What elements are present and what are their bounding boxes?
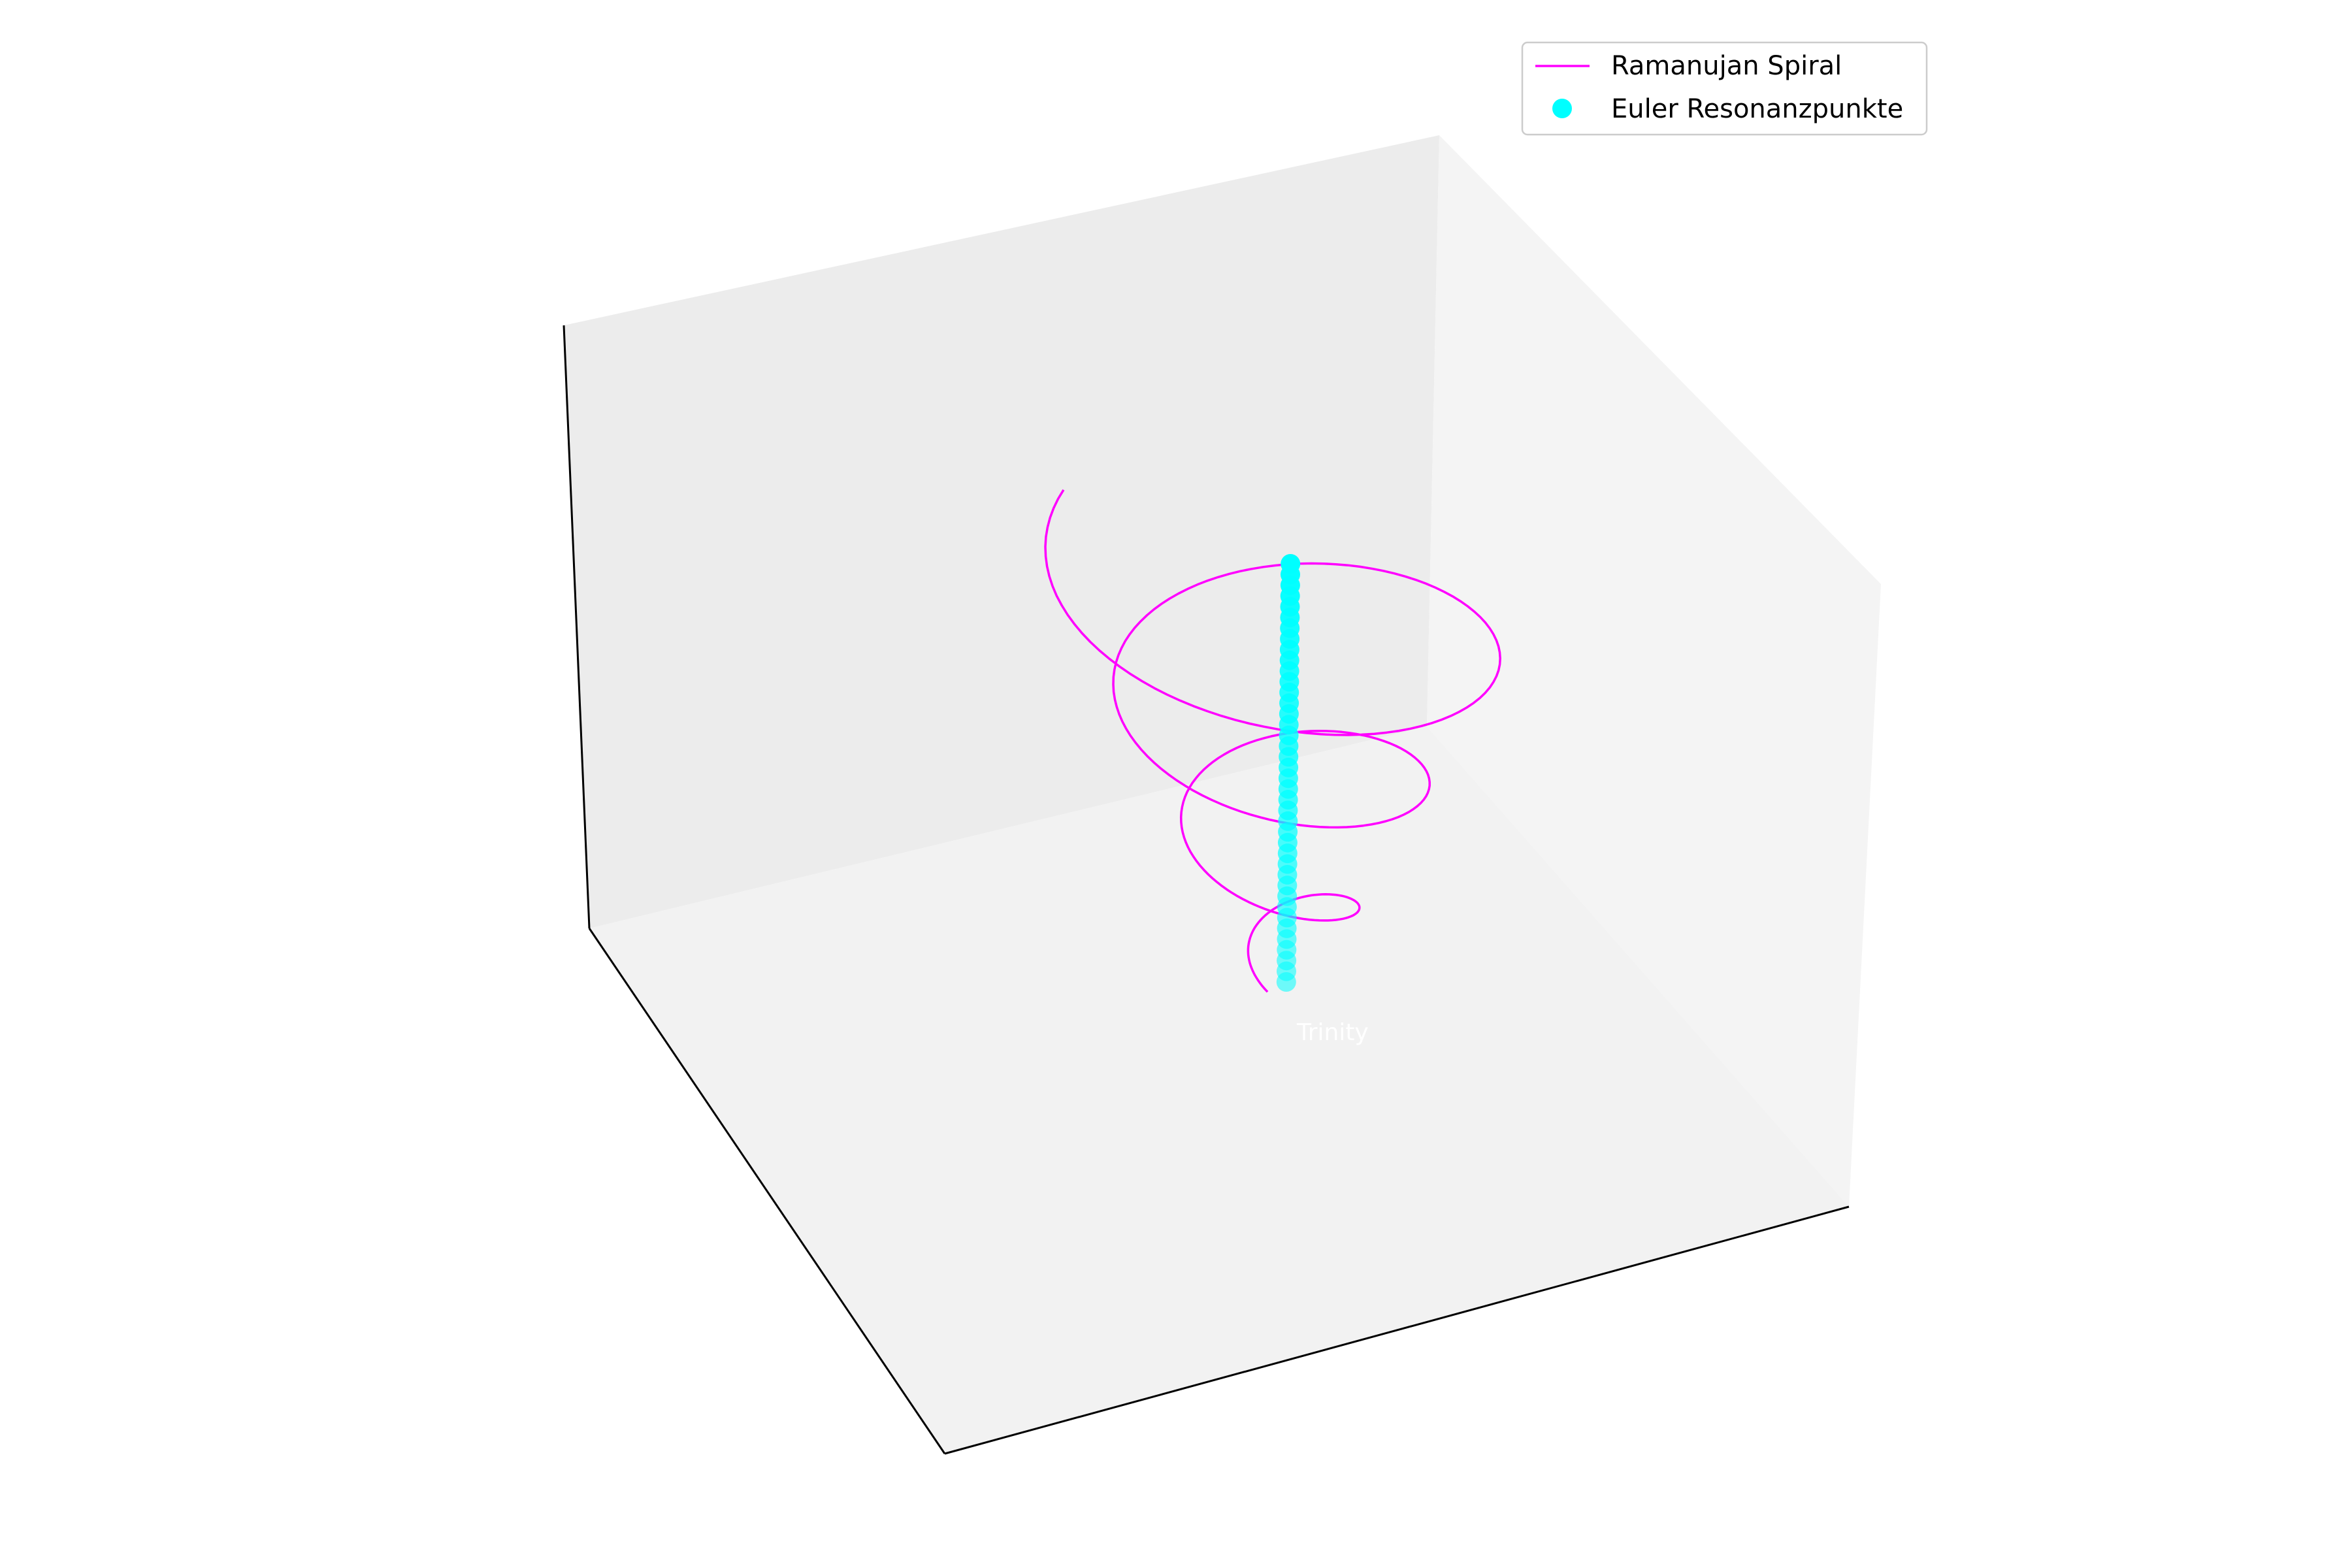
legend-label-spiral: Ramanujan Spiral [1611,51,1842,81]
axes-3d [563,135,1881,1455]
chart-figure: Trinity Ramanujan Spiral Euler Resonanzp… [563,41,1928,1455]
legend: Ramanujan Spiral Euler Resonanzpunkte [1521,41,1928,136]
legend-dot-swatch [1552,99,1572,118]
annotation-label: Trinity [1296,1019,1369,1046]
scatter-point [1281,554,1301,574]
legend-label-euler: Euler Resonanzpunkte [1611,94,1903,124]
